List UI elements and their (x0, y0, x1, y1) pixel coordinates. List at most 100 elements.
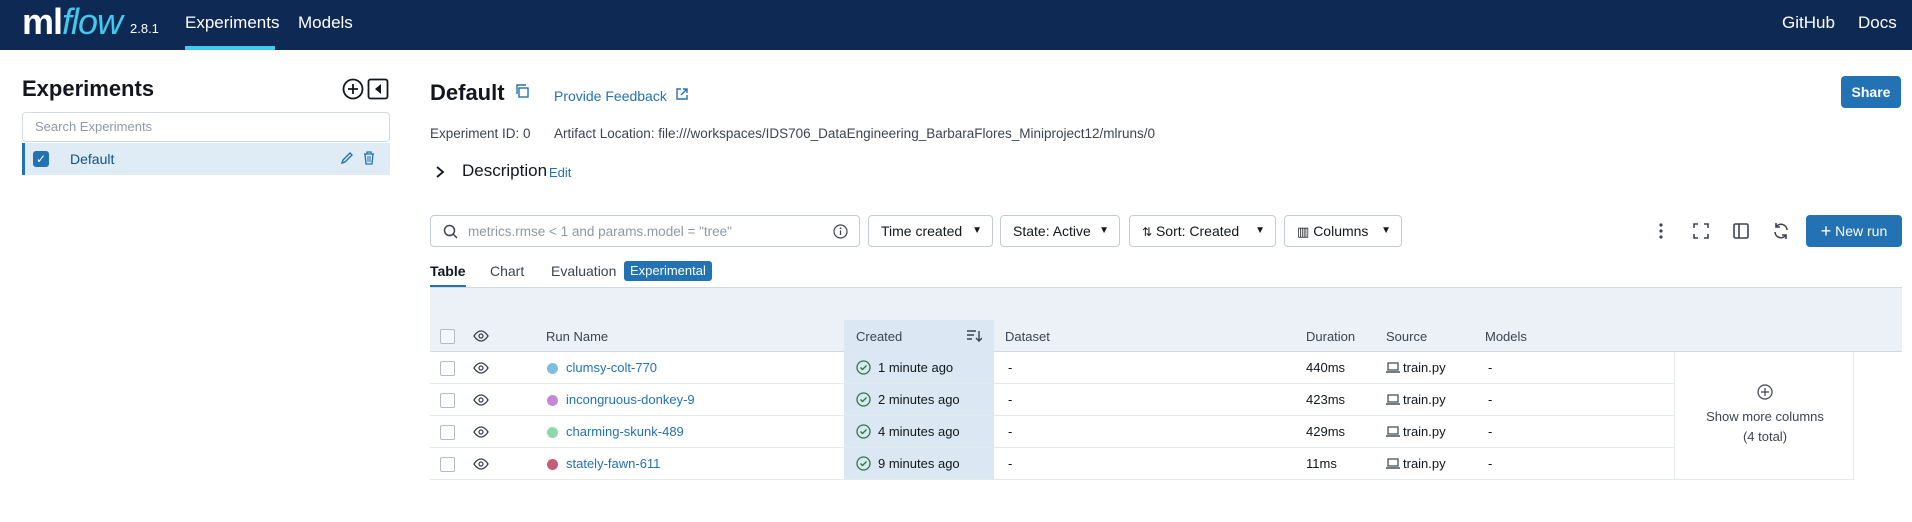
created-value: 4 minutes ago (878, 424, 960, 439)
dataset-value: - (1008, 424, 1013, 439)
search-runs-placeholder: metrics.rmse < 1 and params.model = "tre… (468, 224, 732, 239)
col-source[interactable]: Source (1386, 329, 1427, 344)
fullscreen-icon[interactable] (1692, 222, 1710, 240)
source-value[interactable]: train.py (1403, 360, 1446, 375)
nav-tab-models[interactable]: Models (298, 0, 353, 50)
check-circle-icon (856, 360, 871, 380)
collapse-sidebar-icon[interactable] (367, 78, 389, 100)
run-name-link[interactable]: stately-fawn-611 (566, 456, 660, 471)
tab-evaluation[interactable]: Evaluation (551, 263, 616, 285)
row-checkbox[interactable] (440, 457, 455, 472)
eye-icon[interactable] (473, 457, 489, 476)
laptop-icon (1386, 456, 1400, 475)
chevron-down-icon: ▼ (972, 225, 982, 236)
sort-icon: ⇅ (1142, 225, 1153, 239)
col-run-name[interactable]: Run Name (546, 329, 608, 344)
row-checkbox[interactable] (440, 361, 455, 376)
side-panel-icon[interactable] (1732, 222, 1750, 240)
dataset-value: - (1008, 360, 1013, 375)
duration-value: 11ms (1306, 456, 1337, 471)
col-created-label: Created (856, 329, 903, 344)
models-value: - (1488, 392, 1493, 407)
nav-tab-experiments[interactable]: Experiments (185, 0, 279, 50)
artifact-location: Artifact Location: file:///workspaces/ID… (554, 126, 1156, 141)
created-cell: 2 minutes ago (844, 384, 994, 415)
experiment-item-label[interactable]: Default (70, 151, 114, 167)
sort-desc-icon[interactable] (966, 328, 983, 349)
docs-link[interactable]: Docs (1858, 0, 1897, 50)
created-cell: 4 minutes ago (844, 416, 994, 447)
description-edit-link[interactable]: Edit (549, 165, 571, 180)
search-icon (443, 224, 458, 244)
models-value: - (1488, 424, 1493, 439)
source-value[interactable]: train.py (1403, 424, 1446, 439)
run-color-dot (547, 363, 558, 374)
chevron-down-icon: ▼ (1255, 225, 1265, 236)
created-cell: 9 minutes ago (844, 448, 994, 479)
sort-dropdown[interactable]: ⇅ Sort: Created ▼ (1129, 215, 1276, 247)
col-dataset[interactable]: Dataset (1005, 329, 1050, 344)
provide-feedback-link[interactable]: Provide Feedback (554, 87, 689, 104)
table-row[interactable]: incongruous-donkey-9 2 minutes ago - 423… (430, 384, 1674, 416)
mlflow-logo[interactable]: mlflow (22, 2, 123, 48)
run-name-link[interactable]: clumsy-colt-770 (566, 360, 657, 375)
table-row[interactable]: clumsy-colt-770 1 minute ago - 440ms tra… (430, 352, 1674, 384)
add-experiment-icon[interactable] (342, 78, 364, 100)
table-row[interactable]: stately-fawn-611 9 minutes ago - 11ms tr… (430, 448, 1674, 480)
show-more-columns[interactable]: Show more columns (4 total) (1674, 352, 1854, 480)
refresh-icon[interactable] (1772, 222, 1790, 240)
select-all-checkbox[interactable] (440, 329, 455, 344)
description-label[interactable]: Description (462, 161, 547, 181)
sidebar-title: Experiments (22, 76, 155, 101)
kebab-menu-icon[interactable] (1652, 222, 1670, 240)
search-experiments-input[interactable]: Search Experiments (22, 112, 390, 142)
duration-value: 440ms (1306, 360, 1346, 375)
dataset-value: - (1008, 456, 1013, 471)
created-value: 2 minutes ago (878, 392, 960, 407)
chevron-down-icon: ▼ (1099, 225, 1109, 236)
copy-icon[interactable] (514, 83, 530, 104)
run-color-dot (547, 427, 558, 438)
search-runs-input[interactable]: metrics.rmse < 1 and params.model = "tre… (430, 215, 860, 247)
top-navbar: mlflow 2.8.1 Experiments Models GitHub D… (0, 0, 1912, 50)
source-value[interactable]: train.py (1403, 392, 1446, 407)
github-link[interactable]: GitHub (1782, 0, 1835, 50)
chevron-right-icon[interactable] (434, 165, 446, 184)
info-icon[interactable] (833, 224, 848, 244)
experiment-item-default[interactable]: ✓ Default (22, 143, 390, 175)
source-value[interactable]: train.py (1403, 456, 1446, 471)
col-models[interactable]: Models (1485, 329, 1527, 344)
share-button[interactable]: Share (1841, 76, 1901, 108)
state-dropdown[interactable]: State: Active ▼ (1000, 215, 1120, 247)
experimental-badge: Experimental (624, 261, 712, 281)
tab-table[interactable]: Table (430, 263, 466, 288)
tab-chart[interactable]: Chart (490, 263, 524, 285)
run-name-link[interactable]: incongruous-donkey-9 (566, 392, 695, 407)
add-circle-icon (1757, 384, 1773, 405)
created-cell: 1 minute ago (844, 352, 994, 383)
run-name-link[interactable]: charming-skunk-489 (566, 424, 684, 439)
columns-dropdown[interactable]: ▥ Columns ▼ (1284, 215, 1402, 247)
experiment-checkbox[interactable]: ✓ (33, 151, 49, 167)
version-label: 2.8.1 (130, 21, 159, 36)
eye-icon[interactable] (473, 361, 489, 380)
external-link-icon (675, 88, 689, 104)
eye-icon[interactable] (473, 425, 489, 444)
col-duration[interactable]: Duration (1306, 329, 1355, 344)
laptop-icon (1386, 424, 1400, 443)
row-checkbox[interactable] (440, 425, 455, 440)
eye-icon[interactable] (473, 329, 489, 348)
delete-icon[interactable] (362, 150, 376, 171)
created-value: 9 minutes ago (878, 456, 960, 471)
show-more-columns-label: Show more columns (1706, 409, 1824, 424)
edit-icon[interactable] (339, 150, 355, 171)
table-row[interactable]: charming-skunk-489 4 minutes ago - 429ms… (430, 416, 1674, 448)
experiment-id: Experiment ID: 0 (430, 126, 531, 141)
time-created-dropdown[interactable]: Time created ▼ (868, 215, 993, 247)
created-value: 1 minute ago (878, 360, 954, 375)
col-created[interactable]: Created (844, 320, 994, 352)
eye-icon[interactable] (473, 393, 489, 412)
row-checkbox[interactable] (440, 393, 455, 408)
new-run-button[interactable]: + New run (1806, 215, 1902, 247)
check-circle-icon (856, 424, 871, 444)
